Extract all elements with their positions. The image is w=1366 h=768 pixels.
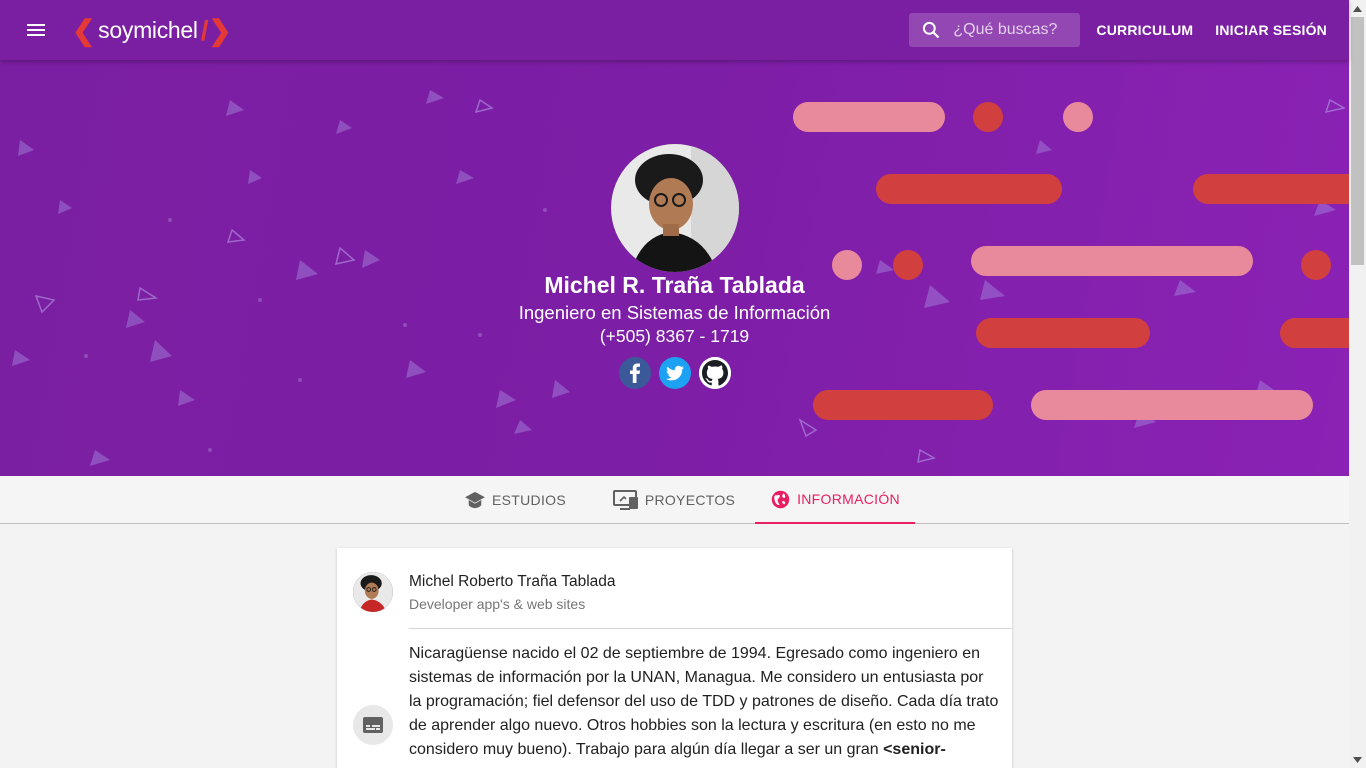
card-avatar — [353, 572, 393, 612]
logo-bracket-right: /❯ — [200, 14, 232, 46]
info-card: Michel Roberto Traña Tablada Developer a… — [337, 548, 1012, 768]
tab-informacion[interactable]: INFORMACIÓN — [755, 476, 915, 524]
graduation-cap-icon — [465, 491, 485, 509]
monitor-devices-icon — [612, 490, 638, 510]
tab-proyectos[interactable]: PROYECTOS — [605, 476, 743, 524]
social-links — [619, 357, 731, 389]
scroll-thumb[interactable] — [1351, 17, 1364, 265]
profile-hero: Michel R. Traña Tablada Ingeniero en Sis… — [0, 60, 1349, 476]
search-input[interactable] — [953, 21, 1074, 39]
twitter-link[interactable] — [659, 357, 691, 389]
profile-tabs: ESTUDIOS PROYECTOS INFORMACIÓN — [0, 476, 1349, 524]
description-icon-wrap — [353, 705, 393, 745]
twitter-icon — [666, 365, 684, 381]
menu-button[interactable] — [0, 0, 72, 60]
profile-phone: (+505) 8367 - 1719 — [599, 326, 750, 346]
app-bar: ❮ soymichel /❯ CURRICULUM INICIAR SESIÓN — [0, 0, 1349, 60]
profile-name: Michel R. Traña Tablada — [544, 272, 805, 298]
logo-bracket-left: ❮ — [72, 14, 96, 46]
site-logo[interactable]: ❮ soymichel /❯ — [72, 14, 232, 47]
card-subtitle: Developer app's & web sites — [409, 596, 586, 612]
search-icon — [923, 21, 940, 39]
description-bold: <senior- — [883, 741, 946, 758]
triangle-down-icon — [1353, 756, 1362, 763]
profile-role: Ingeniero en Sistemas de Información — [518, 302, 831, 323]
profile-photo — [611, 144, 739, 272]
globe-icon — [771, 490, 790, 508]
profile-photo-image — [611, 144, 739, 272]
tab-estudios[interactable]: ESTUDIOS — [455, 476, 575, 524]
logo-text: soymichel — [98, 16, 198, 43]
search-box[interactable] — [909, 13, 1081, 47]
hamburger-menu-icon — [27, 24, 45, 36]
scroll-up-arrow[interactable] — [1349, 0, 1366, 17]
facebook-icon — [630, 363, 640, 383]
card-divider — [409, 628, 1012, 629]
subtitles-icon — [363, 717, 383, 733]
tab-informacion-label: INFORMACIÓN — [797, 491, 900, 507]
card-avatar-image — [353, 572, 393, 612]
tab-estudios-label: ESTUDIOS — [492, 492, 566, 508]
github-icon — [699, 357, 731, 389]
scroll-down-arrow[interactable] — [1349, 751, 1366, 768]
facebook-link[interactable] — [619, 357, 651, 389]
card-full-name: Michel Roberto Traña Tablada — [409, 573, 616, 590]
tab-proyectos-label: PROYECTOS — [644, 492, 736, 508]
page-scrollbar[interactable] — [1349, 0, 1366, 768]
curriculum-link[interactable]: CURRICULUM — [1096, 22, 1193, 38]
card-description: Nicaragüense nacido el 02 de septiembre … — [409, 642, 999, 762]
triangle-up-icon — [1353, 5, 1362, 12]
login-link[interactable]: INICIAR SESIÓN — [1215, 22, 1327, 38]
github-link[interactable] — [699, 357, 731, 389]
